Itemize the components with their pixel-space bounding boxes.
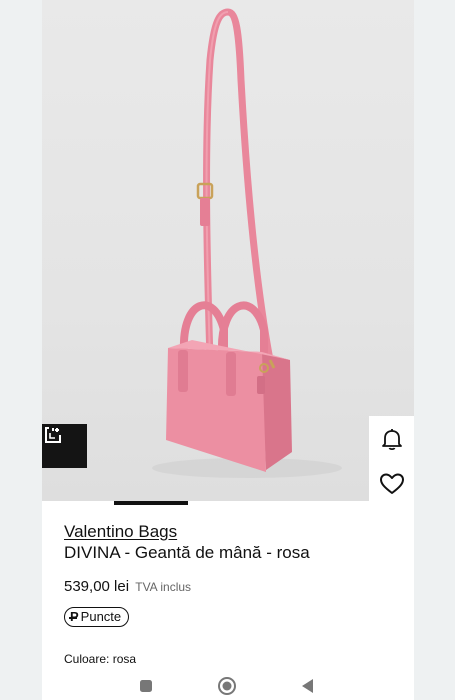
gallery-indicator-track xyxy=(42,501,414,505)
points-label: Puncte xyxy=(80,609,122,624)
vat-note: TVA inclus xyxy=(135,580,192,594)
view-in-room-icon xyxy=(45,427,61,443)
product-image[interactable] xyxy=(42,0,414,505)
handbag-illustration xyxy=(152,8,342,478)
gallery-indicator-active xyxy=(114,501,188,505)
price-row: 539,00 lei TVA inclus xyxy=(64,577,404,597)
color-label: Culoare: rosa xyxy=(64,652,137,666)
price: 539,00 lei xyxy=(64,578,130,595)
product-info: Valentino Bags DIVINA - Geantă de mână -… xyxy=(64,521,404,627)
view-in-room-button[interactable] xyxy=(42,424,87,468)
product-screen: Valentino Bags DIVINA - Geantă de mână -… xyxy=(42,0,414,700)
recent-apps-button[interactable] xyxy=(136,676,156,696)
square-icon xyxy=(140,680,152,692)
brand-link[interactable]: Valentino Bags xyxy=(64,521,404,542)
android-nav-bar xyxy=(42,672,414,700)
points-badge[interactable]: P Puncte xyxy=(64,607,130,627)
home-button[interactable] xyxy=(217,676,237,696)
wishlist-button[interactable] xyxy=(369,461,414,506)
product-title: DIVINA - Geantă de mână - rosa xyxy=(64,543,310,562)
back-triangle-icon xyxy=(302,679,313,693)
heart-icon xyxy=(379,473,404,494)
product-side-actions xyxy=(369,416,414,506)
notify-button[interactable] xyxy=(369,416,414,461)
circle-icon xyxy=(218,677,236,695)
points-icon: P xyxy=(69,609,79,624)
back-button[interactable] xyxy=(298,676,318,696)
bell-icon xyxy=(381,428,402,450)
